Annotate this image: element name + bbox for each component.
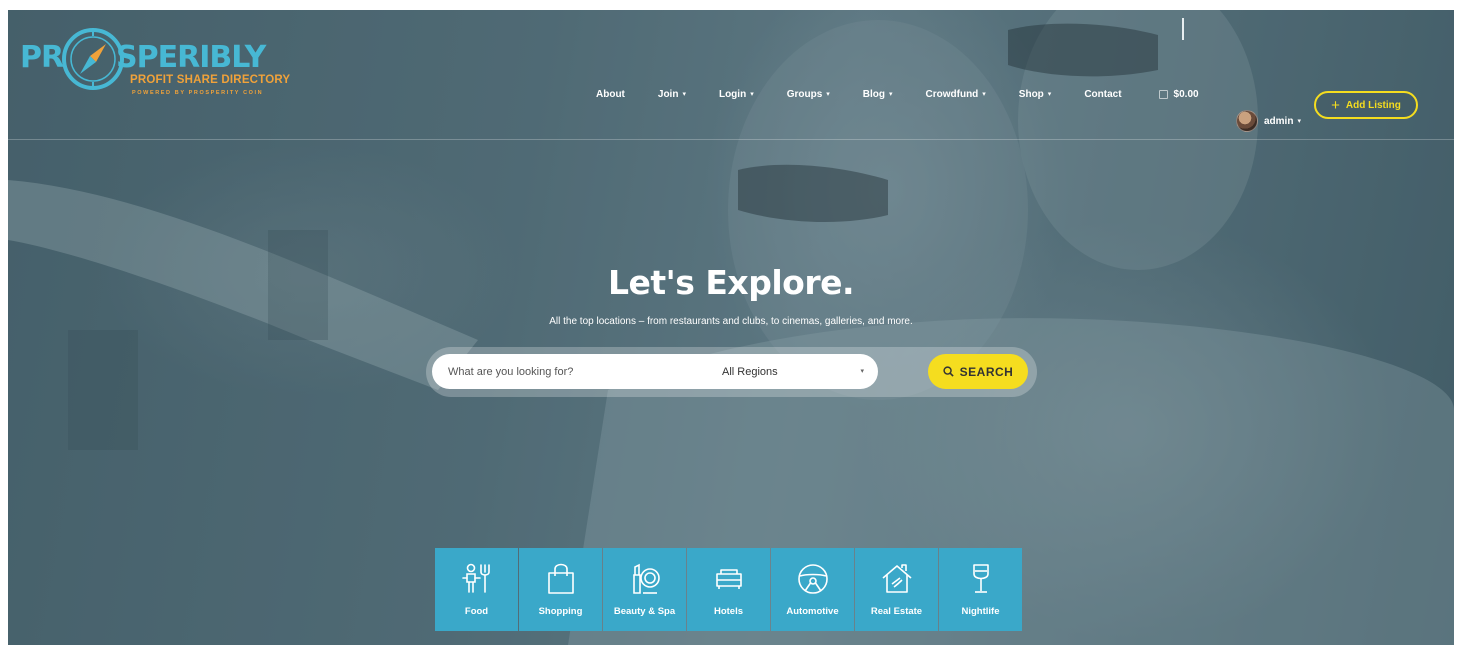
nav-item-join[interactable]: Join ▾ [658,89,686,100]
logo-tagline: POWERED BY PROSPERITY COIN [132,90,264,96]
chevron-down-icon: ▾ [826,91,830,98]
cart-link[interactable]: $0.00 [1158,88,1199,100]
food-icon [461,563,490,593]
nav-item-login[interactable]: Login ▾ [719,89,754,100]
category-label: Nightlife [961,606,1000,617]
plus-icon: + [1331,96,1340,114]
category-label: Food [464,606,489,617]
steering-wheel-icon [797,564,828,594]
chevron-down-icon: ▾ [750,91,754,98]
search-field-container: All Regions ▾ [432,354,878,389]
user-name: admin [1264,115,1294,127]
category-automotive[interactable]: Automotive [771,548,854,631]
category-food[interactable]: Food [435,548,518,631]
category-label: Beauty & Spa [613,606,676,617]
cart-total: $0.00 [1173,88,1199,100]
cart-icon [1158,89,1168,99]
hero-title: Let's Explore. [607,263,855,302]
logo-subtitle: PROFIT SHARE DIRECTORY [130,74,291,86]
category-label: Hotels [713,606,744,617]
nav-item-shop[interactable]: Shop ▾ [1019,89,1052,100]
region-select[interactable]: All Regions ▾ [722,354,878,389]
search-icon [943,366,954,377]
site-header: PR SPERIBLY PROFIT SHARE DIRECTORY POWER… [8,10,1454,140]
category-real-estate[interactable]: Real Estate [855,548,938,631]
logo-text-right: SPERIBLY [116,40,266,75]
category-label: Automotive [786,606,839,617]
logo-text-left: PR [20,40,64,75]
category-beauty-spa[interactable]: Beauty & Spa [603,548,686,631]
nav-item-contact[interactable]: Contact [1084,89,1121,100]
nav-item-crowdfund[interactable]: Crowdfund ▾ [926,89,986,100]
search-input[interactable] [448,365,708,378]
shopping-bag-icon [547,563,574,594]
region-select-value: All Regions [722,365,778,378]
category-hotels[interactable]: Hotels [687,548,770,631]
nav-item-groups[interactable]: Groups ▾ [787,89,830,100]
nav-item-blog[interactable]: Blog ▾ [863,89,893,100]
chevron-down-icon: ▾ [1047,91,1052,98]
bed-icon [715,569,742,589]
divider-line [1182,18,1184,40]
main-nav: About Join ▾ Login ▾ Groups ▾ Blog ▾ Crowdfu… [596,84,1199,104]
add-listing-button[interactable]: + Add Listing [1314,91,1418,119]
chevron-down-icon: ▾ [982,91,986,98]
user-menu[interactable]: admin ▾ [1236,110,1301,132]
search-bar: All Regions ▾ SEARCH [426,347,1037,397]
house-icon [881,564,912,593]
search-button-label: SEARCH [959,364,1014,379]
category-shopping[interactable]: Shopping [519,548,602,631]
nav-item-about[interactable]: About [596,89,625,100]
chevron-down-icon: ▾ [682,91,686,98]
beauty-spa-icon [632,563,660,594]
add-listing-label: Add Listing [1345,99,1401,111]
chevron-down-icon: ▾ [1297,118,1301,125]
chevron-down-icon: ▾ [860,368,864,375]
search-button[interactable]: SEARCH [928,354,1028,389]
category-tiles: Food Shopping Beauty & Spa Hotels Automo… [435,548,1023,631]
wine-glass-icon [972,564,989,593]
category-nightlife[interactable]: Nightlife [939,548,1022,631]
hero-section: PR SPERIBLY PROFIT SHARE DIRECTORY POWER… [8,10,1454,645]
category-label: Real Estate [870,606,923,617]
chevron-down-icon: ▾ [889,91,893,98]
hero-subtitle: All the top locations – from restaurants… [549,316,913,327]
avatar [1236,110,1258,132]
site-logo[interactable]: PR SPERIBLY PROFIT SHARE DIRECTORY POWER… [20,24,290,106]
category-label: Shopping [538,606,583,617]
